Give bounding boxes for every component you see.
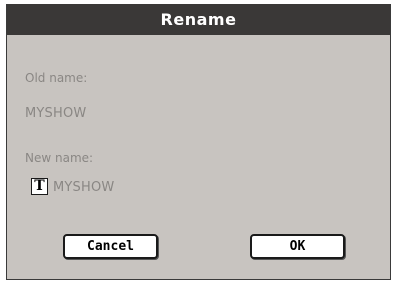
- new-name-label: New name:: [25, 151, 94, 165]
- dialog-title: Rename: [7, 4, 390, 35]
- ok-button[interactable]: OK: [250, 234, 345, 259]
- text-edit-button[interactable]: T: [31, 178, 48, 195]
- rename-dialog: Rename Old name: MYSHOW New name: T MYSH…: [6, 4, 391, 280]
- cancel-button[interactable]: Cancel: [63, 234, 158, 259]
- old-name-label: Old name:: [25, 71, 88, 85]
- old-name-value: MYSHOW: [25, 106, 87, 121]
- new-name-field[interactable]: MYSHOW: [53, 180, 114, 195]
